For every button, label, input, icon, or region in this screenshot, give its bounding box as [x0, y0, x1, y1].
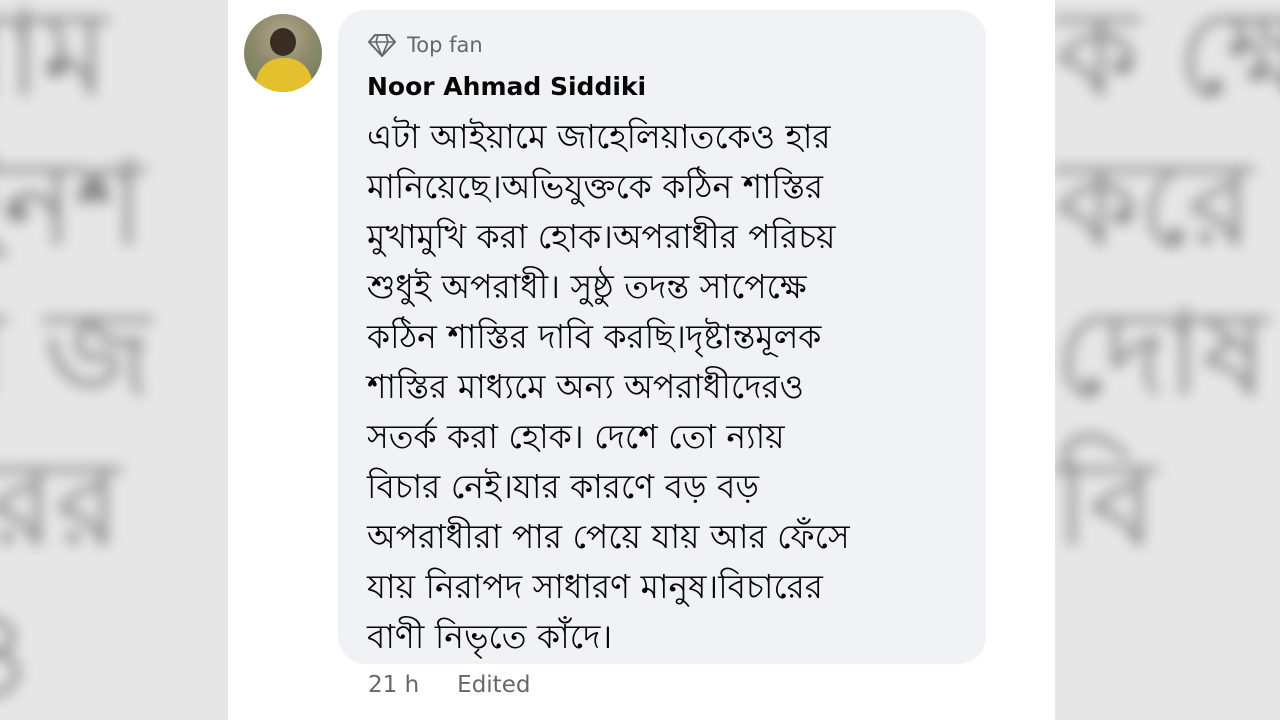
- comment-meta: 21 h Edited: [368, 672, 530, 698]
- avatar[interactable]: [244, 14, 322, 92]
- blurred-background-right: ক ক্ষে করে দোষ বি: [1055, 0, 1280, 720]
- author-name[interactable]: Noor Ahmad Siddiki: [367, 72, 646, 101]
- blurred-background-left: মাম ইনশ র জ রের ও: [0, 0, 228, 720]
- comment-text: এটা আইয়ামে জাহেলিয়াতকেও হার মানিয়েছে।…: [367, 117, 850, 656]
- screenshot-stage: মাম ইনশ র জ রের ও ক ক্ষে করে দোষ বি Top …: [0, 0, 1280, 720]
- blurred-text-left: মাম ইনশ র জ রের ও: [0, 0, 152, 720]
- top-fan-badge[interactable]: Top fan: [367, 30, 483, 60]
- edited-label[interactable]: Edited: [457, 672, 530, 698]
- avatar-head: [270, 28, 296, 56]
- badge-label: Top fan: [407, 33, 483, 57]
- avatar-body: [256, 58, 312, 92]
- blurred-text-right: ক ক্ষে করে দোষ বি: [1055, 0, 1280, 574]
- diamond-icon: [368, 34, 396, 57]
- timestamp-link[interactable]: 21 h: [368, 672, 419, 698]
